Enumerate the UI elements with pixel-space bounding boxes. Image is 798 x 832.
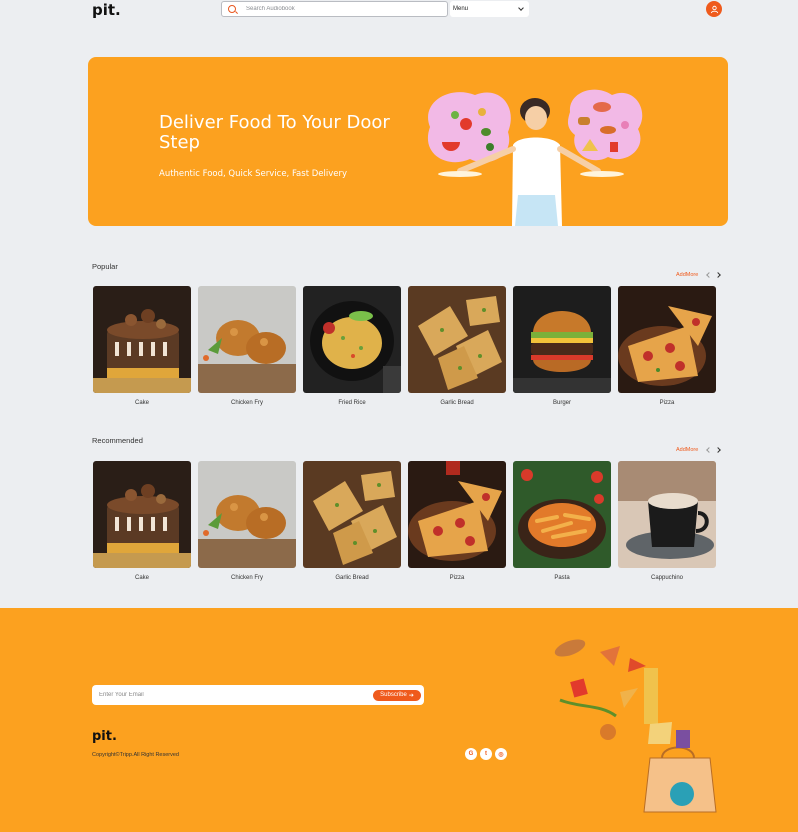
menu-dropdown-label: Menu bbox=[453, 6, 469, 12]
food-card-label: Chicken Fry bbox=[230, 575, 263, 581]
food-card[interactable]: Chicken Fry bbox=[198, 461, 296, 581]
food-card-label: Chicken Fry bbox=[230, 400, 263, 406]
food-card-label: Garlic Bread bbox=[440, 400, 474, 406]
cappuchino-image bbox=[618, 461, 716, 568]
pizza-image bbox=[618, 286, 716, 393]
instagram-icon[interactable]: ◎ bbox=[495, 748, 507, 760]
social-links: G t ◎ bbox=[465, 748, 507, 760]
food-card[interactable]: Chicken Fry bbox=[198, 286, 296, 406]
pizza-image bbox=[408, 461, 506, 568]
search-input[interactable] bbox=[246, 6, 426, 12]
fried-rice-image bbox=[303, 286, 401, 393]
google-icon[interactable]: G bbox=[465, 748, 477, 760]
chevron-left-icon[interactable] bbox=[706, 272, 712, 278]
chevron-left-icon[interactable] bbox=[706, 447, 712, 453]
subscribe-button-label: Subscribe bbox=[380, 692, 407, 698]
copyright-text: Copyright©Tripp.All Right Reserved bbox=[92, 752, 179, 758]
twitter-icon[interactable]: t bbox=[480, 748, 492, 760]
search-bar[interactable] bbox=[221, 1, 448, 17]
garlic-bread-image bbox=[408, 286, 506, 393]
food-card[interactable]: Pizza bbox=[618, 286, 716, 406]
cake-image bbox=[93, 286, 191, 393]
food-card-label: Burger bbox=[552, 400, 571, 406]
chevron-right-icon[interactable] bbox=[715, 272, 721, 278]
recommended-carousel-nav bbox=[706, 447, 721, 453]
food-card-label: Cake bbox=[134, 400, 149, 406]
search-icon bbox=[228, 5, 236, 13]
chicken-fry-image bbox=[198, 461, 296, 568]
food-card[interactable]: Cake bbox=[93, 286, 191, 406]
food-card-label: Cake bbox=[134, 575, 149, 581]
food-card-label: Cappuchino bbox=[650, 575, 684, 581]
food-card[interactable]: Pizza bbox=[408, 461, 506, 581]
popular-carousel-nav bbox=[706, 272, 721, 278]
hero-banner: Deliver Food To Your Door Step Authentic… bbox=[88, 57, 728, 226]
hero-title: Deliver Food To Your Door Step bbox=[159, 112, 390, 153]
popular-addmore-link[interactable]: AddMore bbox=[676, 272, 698, 278]
logo[interactable]: pit. bbox=[92, 1, 121, 19]
menu-dropdown[interactable]: Menu bbox=[450, 1, 529, 17]
chevron-down-icon bbox=[518, 5, 524, 11]
arrow-right-icon: ➔ bbox=[408, 692, 414, 699]
footer: Subscribe➔ pit. Copyright©Tripp.All Righ… bbox=[0, 608, 798, 832]
food-card-label: Fried Rice bbox=[338, 400, 366, 406]
pasta-image bbox=[513, 461, 611, 568]
food-card[interactable]: Burger bbox=[513, 286, 611, 406]
cake-image bbox=[93, 461, 191, 568]
user-icon bbox=[710, 5, 718, 13]
food-card[interactable]: Fried Rice bbox=[303, 286, 401, 406]
newsletter-form: Subscribe➔ bbox=[92, 685, 424, 705]
food-card-label: Pizza bbox=[659, 400, 675, 406]
garlic-bread-image bbox=[303, 461, 401, 568]
food-bag-illustration bbox=[554, 639, 717, 813]
chevron-right-icon[interactable] bbox=[715, 447, 721, 453]
subscribe-button[interactable]: Subscribe ➔ bbox=[373, 689, 421, 701]
food-card[interactable]: Cappuchino bbox=[618, 461, 716, 581]
food-card-label: Pizza bbox=[449, 575, 465, 581]
hero-subtitle: Authentic Food, Quick Service, Fast Deli… bbox=[159, 169, 348, 179]
footer-logo: pit. bbox=[92, 729, 117, 744]
user-avatar-button[interactable] bbox=[706, 1, 722, 17]
recommended-section-title: Recommended bbox=[92, 436, 143, 445]
food-card[interactable]: Garlic Bread bbox=[408, 286, 506, 406]
food-card[interactable]: Pasta bbox=[513, 461, 611, 581]
burger-image bbox=[513, 286, 611, 393]
popular-section-title: Popular bbox=[92, 262, 118, 271]
chicken-fry-image bbox=[198, 286, 296, 393]
food-card[interactable]: Garlic Bread bbox=[303, 461, 401, 581]
food-card[interactable]: Cake bbox=[93, 461, 191, 581]
email-input[interactable] bbox=[99, 692, 359, 698]
delivery-person-illustration bbox=[427, 89, 643, 226]
food-card-label: Garlic Bread bbox=[335, 575, 369, 581]
recommended-addmore-link[interactable]: AddMore bbox=[676, 447, 698, 453]
food-card-label: Pasta bbox=[554, 575, 570, 581]
